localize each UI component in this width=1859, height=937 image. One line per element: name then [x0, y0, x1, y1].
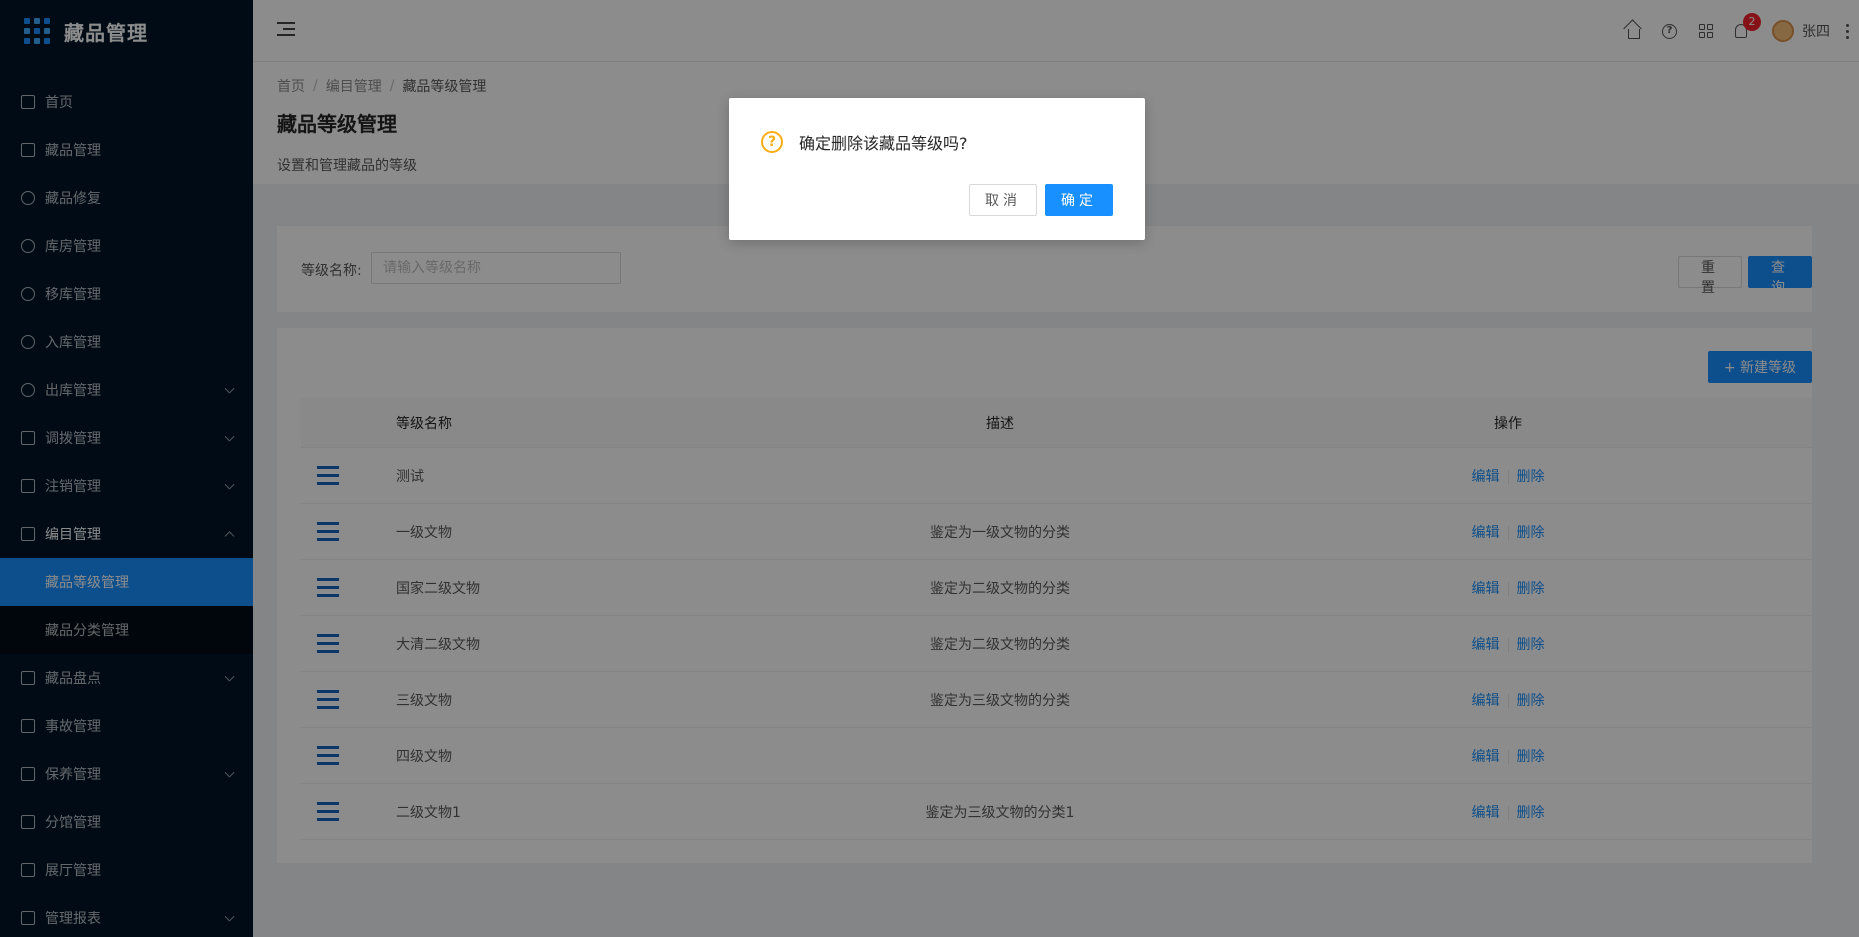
confirm-button[interactable]: 确定: [1045, 184, 1113, 216]
modal-body: ? 确定删除该藏品等级吗?: [761, 130, 1113, 154]
cancel-button[interactable]: 取消: [969, 184, 1037, 216]
modal-title: 确定删除该藏品等级吗?: [799, 134, 968, 153]
confirm-delete-modal: ? 确定删除该藏品等级吗? 取消 确定: [729, 98, 1145, 240]
modal-footer: 取消 确定: [969, 184, 1113, 216]
question-circle-icon: ?: [761, 131, 783, 153]
